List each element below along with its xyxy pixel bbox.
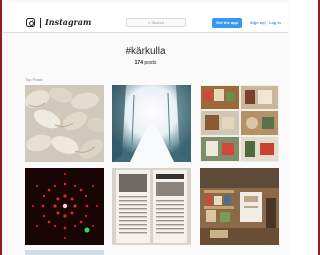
- frame-border-left: [0, 0, 2, 255]
- post-image-snow-path: [112, 85, 191, 162]
- post-image-room-shelves: [200, 168, 279, 245]
- post-image-red-lights: [25, 168, 104, 245]
- post-count: 174 posts: [0, 60, 291, 66]
- search-placeholder: Search: [151, 20, 165, 25]
- search-input[interactable]: ⌕ Search: [126, 18, 186, 27]
- get-app-button[interactable]: Get the app: [212, 18, 242, 28]
- post-image-newspaper: [112, 168, 191, 245]
- logo-divider: [40, 18, 41, 28]
- post-image-dumplings: [25, 85, 104, 162]
- login-link[interactable]: Log in: [269, 20, 281, 25]
- post-thumbnail-6[interactable]: [200, 168, 279, 245]
- post-count-number: 174: [134, 60, 143, 66]
- top-navigation-bar: Instagram ⌕ Search Get the app Sign up |…: [3, 3, 288, 33]
- post-thumbnail-1[interactable]: [25, 85, 104, 162]
- top-posts-label: Top Posts: [25, 77, 43, 82]
- hashtag-title: #kärkulla: [125, 46, 166, 57]
- post-thumbnail-row-3-partial[interactable]: [25, 250, 104, 255]
- post-thumbnail-3[interactable]: [200, 85, 279, 162]
- instagram-wordmark[interactable]: Instagram: [45, 17, 91, 27]
- auth-separator: |: [265, 20, 267, 25]
- post-thumbnail-2[interactable]: [112, 85, 191, 162]
- post-image-crafts-collage: [200, 85, 279, 162]
- post-thumbnail-4[interactable]: [25, 168, 104, 245]
- signup-link[interactable]: Sign up: [250, 20, 265, 25]
- instagram-camera-icon[interactable]: [26, 18, 35, 27]
- post-thumbnail-5[interactable]: [112, 168, 191, 245]
- post-count-suffix: posts: [144, 60, 157, 66]
